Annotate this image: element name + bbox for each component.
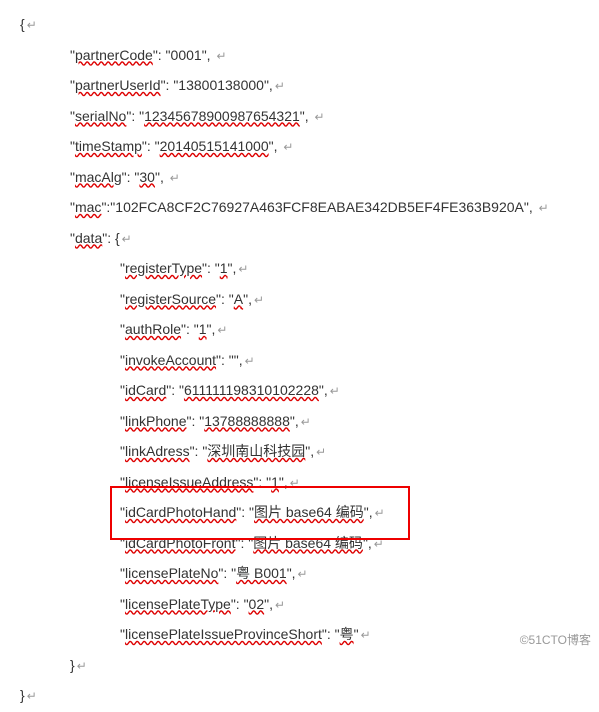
json-key: timeStamp [75,138,142,154]
line-break-icon: ↵ [298,567,308,581]
json-key: mac [75,199,101,215]
json-value: 0001 [171,47,202,63]
json-key: linkAdress [125,443,190,459]
line-break-icon: ↵ [374,537,384,551]
line-break-icon: ↵ [301,415,311,429]
line-break-icon: ↵ [275,79,285,93]
entry-line: "timeStamp": "20140515141000", ↵ [20,132,599,163]
json-key: invokeAccount [125,352,216,368]
json-value: 13800138000 [178,77,264,93]
json-key: macAlg [75,169,122,185]
json-key: registerSource [125,291,216,307]
json-key: registerType [125,260,202,276]
data-entry-line: "licensePlateIssueProvinceShort": "粤"↵ [20,620,599,651]
json-key: licensePlateNo [125,565,218,581]
json-key: data [75,230,102,246]
json-value: 20140515141000 [160,138,269,154]
line-break-icon: ↵ [290,476,300,490]
brace-text: } [70,657,75,673]
data-entry-line: "licensePlateNo": "粤 B001",↵ [20,559,599,590]
json-value: 02 [249,596,265,612]
json-key: idCardPhotoFront [125,535,236,551]
data-entry-line-highlighted: "idCardPhotoHand": "图片 base64 编码",↵ [20,498,599,529]
json-key: licensePlateIssueProvinceShort [125,626,322,642]
line-break-icon: ↵ [122,232,132,246]
json-key: partnerCode [75,47,153,63]
data-entry-line: "linkAdress": "深圳南山科技园",↵ [20,437,599,468]
json-value: 611111198310102228 [184,382,319,398]
line-break-icon: ↵ [27,689,37,703]
json-key: serialNo [75,108,126,124]
line-break-icon: ↵ [275,598,285,612]
json-value: 粤 [340,626,354,642]
line-break-icon: ↵ [539,201,549,215]
json-key: partnerUserId [75,77,161,93]
brace-text: { [115,230,120,246]
entry-line: "partnerCode": "0001", ↵ [20,41,599,72]
data-open: "data": {↵ [20,224,599,255]
json-value: 1 [220,260,228,276]
json-key: licenseIssueAddress [125,474,253,490]
line-break-icon: ↵ [27,18,37,32]
json-value: 1 [271,474,279,490]
json-value: 1 [199,321,207,337]
data-close: }↵ [20,651,599,682]
entry-line: "macAlg": "30", ↵ [20,163,599,194]
json-key: authRole [125,321,181,337]
root-open: {↵ [20,10,599,41]
line-break-icon: ↵ [316,445,326,459]
json-value: 图片 base64 编码 [253,535,363,551]
line-break-icon: ↵ [315,110,325,124]
json-value: A [234,291,243,307]
line-break-icon: ↵ [217,323,227,337]
json-value: 30 [139,169,155,185]
json-key: linkPhone [125,413,187,429]
line-break-icon: ↵ [245,354,255,368]
data-entry-line: "registerType": "1",↵ [20,254,599,285]
data-entry-line: "idCard": "611111198310102228",↵ [20,376,599,407]
line-break-icon: ↵ [170,171,180,185]
brace-text: { [20,16,25,32]
json-value: 图片 base64 编码 [254,504,364,520]
entry-line: "mac":"102FCA8CF2C76927A463FCF8EABAE342D… [20,193,599,224]
json-value: 粤 B001 [236,565,287,581]
data-entry-line: "authRole": "1",↵ [20,315,599,346]
data-entry-line: "invokeAccount": "",↵ [20,346,599,377]
json-key: idCardPhotoHand [125,504,236,520]
line-break-icon: ↵ [361,628,371,642]
data-entry-line: "licensePlateType": "02",↵ [20,590,599,621]
json-value: 102FCA8CF2C76927A463FCF8EABAE342DB5EF4FE… [115,199,524,215]
watermark-text: ©51CTO博客 [520,631,591,648]
entry-line: "serialNo": "12345678900987654321", ↵ [20,102,599,133]
json-value: 13788888888 [204,413,290,429]
root-close: }↵ [20,681,599,712]
line-break-icon: ↵ [375,506,385,520]
data-entry-line: "licenseIssueAddress": "1",↵ [20,468,599,499]
brace-text: } [20,687,25,703]
data-entry-line: "registerSource": "A",↵ [20,285,599,316]
line-break-icon: ↵ [77,659,87,673]
line-break-icon: ↵ [238,262,248,276]
json-key: licensePlateType [125,596,231,612]
json-value: 深圳南山科技园 [207,443,305,459]
data-entry-line: "linkPhone": "13788888888",↵ [20,407,599,438]
json-value: 12345678900987654321 [144,108,300,124]
data-entry-line-highlighted: "idCardPhotoFront": "图片 base64 编码",↵ [20,529,599,560]
line-break-icon: ↵ [330,384,340,398]
line-break-icon: ↵ [254,293,264,307]
line-break-icon: ↵ [283,140,293,154]
entry-line: "partnerUserId": "13800138000",↵ [20,71,599,102]
json-key: idCard [125,382,166,398]
line-break-icon: ↵ [216,49,226,63]
